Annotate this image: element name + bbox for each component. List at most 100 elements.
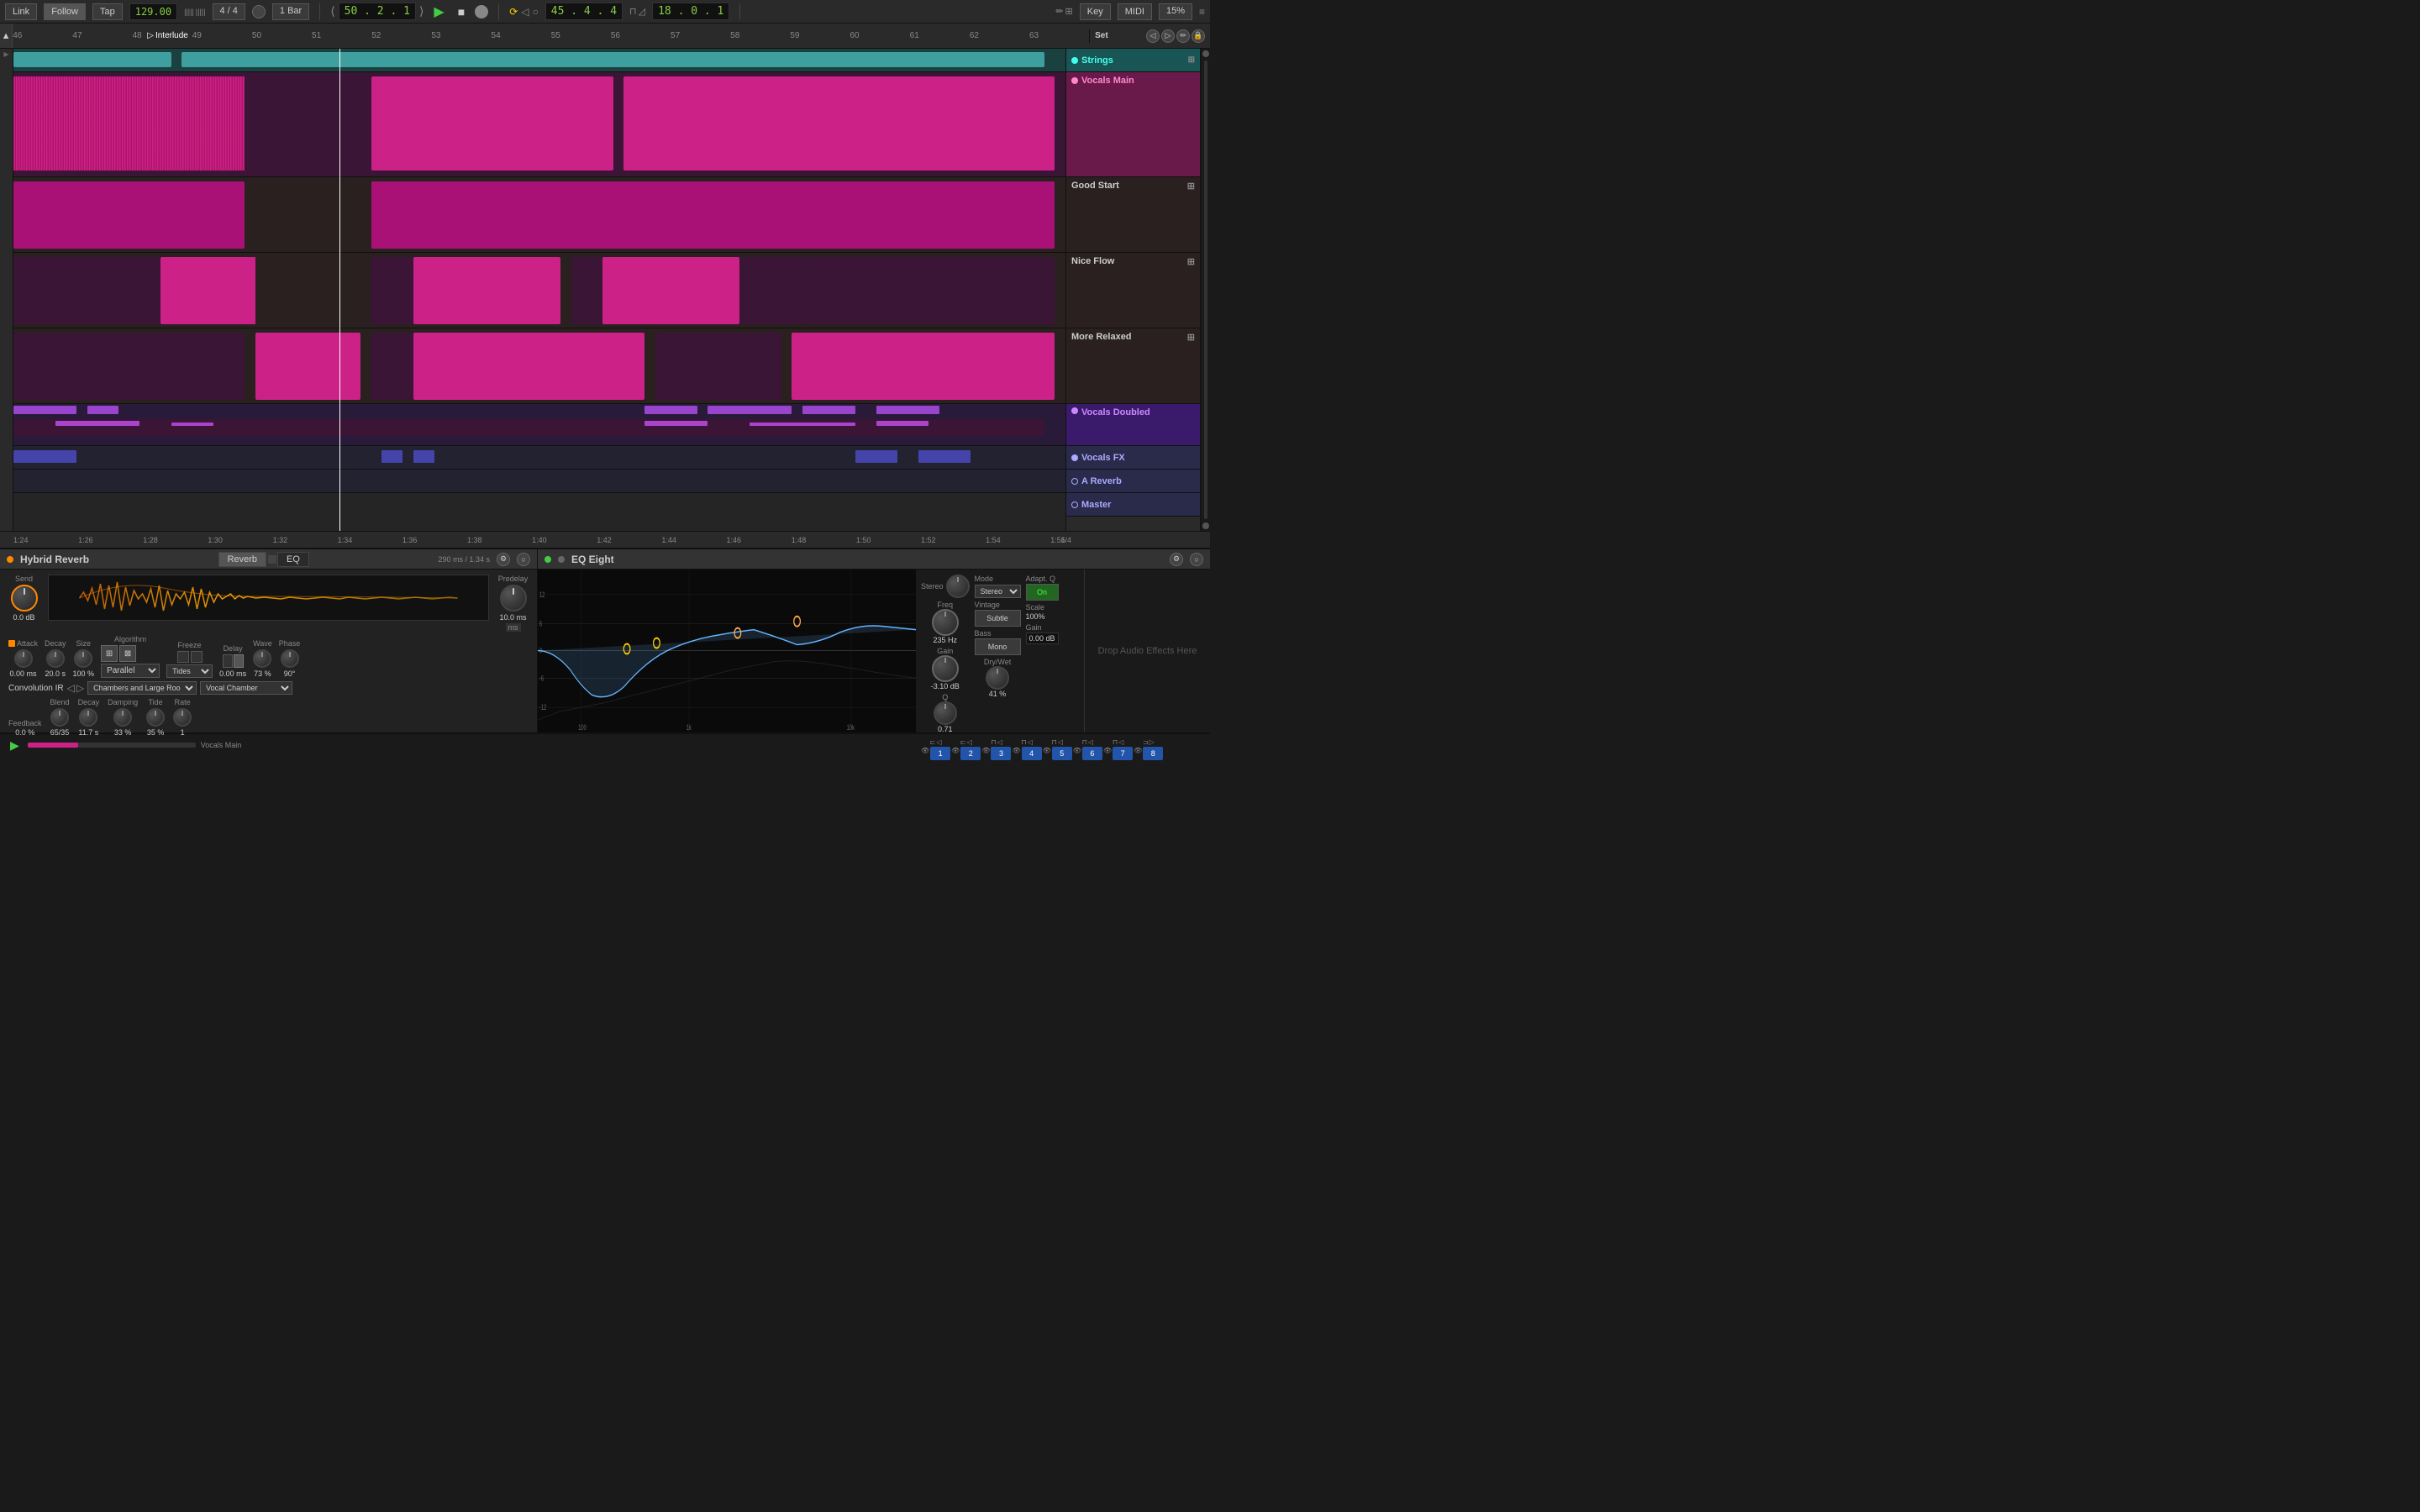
band-eye-1[interactable]: 👁 bbox=[921, 747, 929, 760]
freeze-btn1[interactable] bbox=[177, 651, 189, 663]
band-filter-icon-7[interactable]: ⊓ bbox=[1021, 738, 1026, 746]
band-filter-icon-2[interactable]: ◁ bbox=[936, 738, 941, 746]
track-header-vocals-fx[interactable]: Vocals FX bbox=[1066, 446, 1200, 470]
nice-flow-clip-2[interactable] bbox=[413, 257, 560, 324]
band-eye-5[interactable]: 👁 bbox=[1043, 747, 1051, 760]
band-eye-3[interactable]: 👁 bbox=[981, 747, 990, 760]
reverb-power-btn[interactable]: ○ bbox=[517, 553, 530, 566]
vd-clip-6[interactable] bbox=[876, 406, 939, 414]
more-relaxed-clip-3[interactable] bbox=[792, 333, 1055, 400]
band-filter-icon-12[interactable]: ◁ bbox=[1088, 738, 1093, 746]
stereo-knob[interactable] bbox=[946, 575, 970, 598]
band-2-btn[interactable]: 2 bbox=[960, 747, 981, 760]
strings-expand[interactable]: ⊞ bbox=[1188, 55, 1195, 65]
algorithm-select[interactable]: Parallel Serial bbox=[101, 664, 160, 678]
more-relaxed-expand[interactable]: ⊞ bbox=[1187, 332, 1195, 343]
mini-play-btn[interactable]: ▶ bbox=[7, 737, 23, 754]
band-8-btn[interactable]: 8 bbox=[1143, 747, 1163, 760]
sidebar-collapse[interactable]: ▶ bbox=[3, 50, 8, 58]
band-4-btn[interactable]: 4 bbox=[1022, 747, 1042, 760]
ms-toggle[interactable]: ms bbox=[506, 623, 521, 632]
band-eye-6[interactable]: 👁 bbox=[1073, 747, 1081, 760]
track-header-nice-flow[interactable]: Nice Flow ⊞ bbox=[1066, 253, 1200, 328]
scroll-down[interactable] bbox=[1202, 522, 1209, 529]
vfx-clip-4[interactable] bbox=[855, 450, 897, 463]
algo-type-btn[interactable]: ⊞ bbox=[101, 645, 118, 662]
tide-knob[interactable] bbox=[146, 708, 165, 727]
vd-clip-4[interactable] bbox=[708, 406, 792, 414]
vocals-clip-3[interactable] bbox=[623, 76, 1055, 171]
band-filter-icon-11[interactable]: ⊓ bbox=[1082, 738, 1087, 746]
attack-knob[interactable] bbox=[14, 649, 33, 668]
set-lock-btn[interactable]: 🔒 bbox=[1192, 29, 1205, 43]
band-3-btn[interactable]: 3 bbox=[991, 747, 1011, 760]
freq-knob[interactable] bbox=[932, 609, 959, 636]
set-edit-btn[interactable]: ✏ bbox=[1176, 29, 1190, 43]
strings-clip-2[interactable] bbox=[182, 52, 1044, 67]
play-button[interactable]: ▶ bbox=[430, 2, 447, 22]
mini-progress[interactable] bbox=[28, 743, 196, 748]
rate-knob[interactable] bbox=[173, 708, 192, 727]
more-relaxed-clip-1[interactable] bbox=[255, 333, 360, 400]
algo-mode-btn[interactable]: ⊠ bbox=[119, 645, 136, 662]
record-btn[interactable] bbox=[475, 5, 488, 18]
zoom-display[interactable]: 15% bbox=[1159, 3, 1192, 20]
ir-category-select[interactable]: Chambers and Large Rooms bbox=[87, 681, 197, 695]
band-filter-icon-6[interactable]: ◁ bbox=[997, 738, 1002, 746]
vintage-btn[interactable]: Subtle bbox=[975, 610, 1021, 627]
position3-display[interactable]: 18 . 0 . 1 bbox=[652, 3, 729, 20]
position-display[interactable]: 50 . 2 . 1 bbox=[339, 3, 416, 20]
metronome-btn[interactable] bbox=[252, 5, 266, 18]
tap-button[interactable]: Tap bbox=[92, 3, 123, 20]
dry-wet-knob[interactable] bbox=[986, 666, 1009, 690]
midi-button[interactable]: MIDI bbox=[1118, 3, 1152, 20]
vocals-clip-1[interactable] bbox=[13, 76, 245, 171]
adapt-q-btn[interactable]: On bbox=[1026, 584, 1059, 601]
reverb-settings-btn[interactable]: ⚙ bbox=[497, 553, 510, 566]
damping-knob[interactable] bbox=[113, 708, 132, 727]
bass-btn[interactable]: Mono bbox=[975, 638, 1021, 655]
time-sig[interactable]: 4 / 4 bbox=[213, 3, 245, 20]
link-button[interactable]: Link bbox=[5, 3, 37, 20]
clip-area[interactable] bbox=[13, 49, 1065, 531]
band-5-btn[interactable]: 5 bbox=[1052, 747, 1072, 760]
set-right-btn[interactable]: ▷ bbox=[1161, 29, 1175, 43]
band-1-btn[interactable]: 1 bbox=[930, 747, 950, 760]
band-filter-icon-3[interactable]: ⊏ bbox=[960, 738, 966, 746]
ir-next-btn[interactable]: ▷ bbox=[76, 682, 84, 694]
good-start-clip-2[interactable] bbox=[371, 181, 1055, 249]
band-filter-icon-9[interactable]: ⊓ bbox=[1052, 738, 1057, 746]
vd-clip-1[interactable] bbox=[13, 406, 76, 414]
band-eye-8[interactable]: 👁 bbox=[1134, 747, 1142, 760]
key-button[interactable]: Key bbox=[1080, 3, 1111, 20]
stop-button[interactable]: ■ bbox=[455, 3, 468, 20]
decay-knob[interactable] bbox=[46, 649, 65, 668]
band-filter-icon-4[interactable]: ◁ bbox=[967, 738, 972, 746]
track-header-a-reverb[interactable]: A Reverb bbox=[1066, 470, 1200, 493]
set-left-btn[interactable]: ◁ bbox=[1146, 29, 1160, 43]
eq-tab[interactable]: EQ bbox=[277, 552, 309, 567]
vocals-clip-2[interactable] bbox=[371, 76, 613, 171]
reverb-tab[interactable]: Reverb bbox=[218, 552, 266, 567]
gain-knob[interactable] bbox=[932, 655, 959, 682]
nice-flow-clip-3[interactable] bbox=[602, 257, 739, 324]
band-6-btn[interactable]: 6 bbox=[1082, 747, 1102, 760]
vd-clip-3[interactable] bbox=[644, 406, 697, 414]
ir-preset-select[interactable]: Vocal Chamber bbox=[200, 681, 292, 695]
freeze-select[interactable]: Tides bbox=[166, 664, 213, 678]
track-header-vocals-main[interactable]: Vocals Main bbox=[1066, 72, 1200, 177]
strings-clip-1[interactable] bbox=[13, 52, 171, 67]
band-filter-icon-10[interactable]: ◁ bbox=[1058, 738, 1063, 746]
vfx-clip-5[interactable] bbox=[918, 450, 971, 463]
scroll-track[interactable] bbox=[1204, 60, 1207, 519]
band-filter-icon-8[interactable]: ◁ bbox=[1028, 738, 1033, 746]
freeze-btn2[interactable] bbox=[191, 651, 203, 663]
band-filter-icon-5[interactable]: ⊓ bbox=[991, 738, 996, 746]
blend-knob[interactable] bbox=[50, 708, 69, 727]
vfx-clip-2[interactable] bbox=[381, 450, 402, 463]
track-header-good-start[interactable]: Good Start ⊞ bbox=[1066, 177, 1200, 253]
follow-button[interactable]: Follow bbox=[44, 3, 86, 20]
band-filter-icon-16[interactable]: ▷ bbox=[1149, 738, 1154, 746]
scroll-up[interactable] bbox=[1202, 50, 1209, 57]
band-filter-icon-14[interactable]: ◁ bbox=[1118, 738, 1123, 746]
